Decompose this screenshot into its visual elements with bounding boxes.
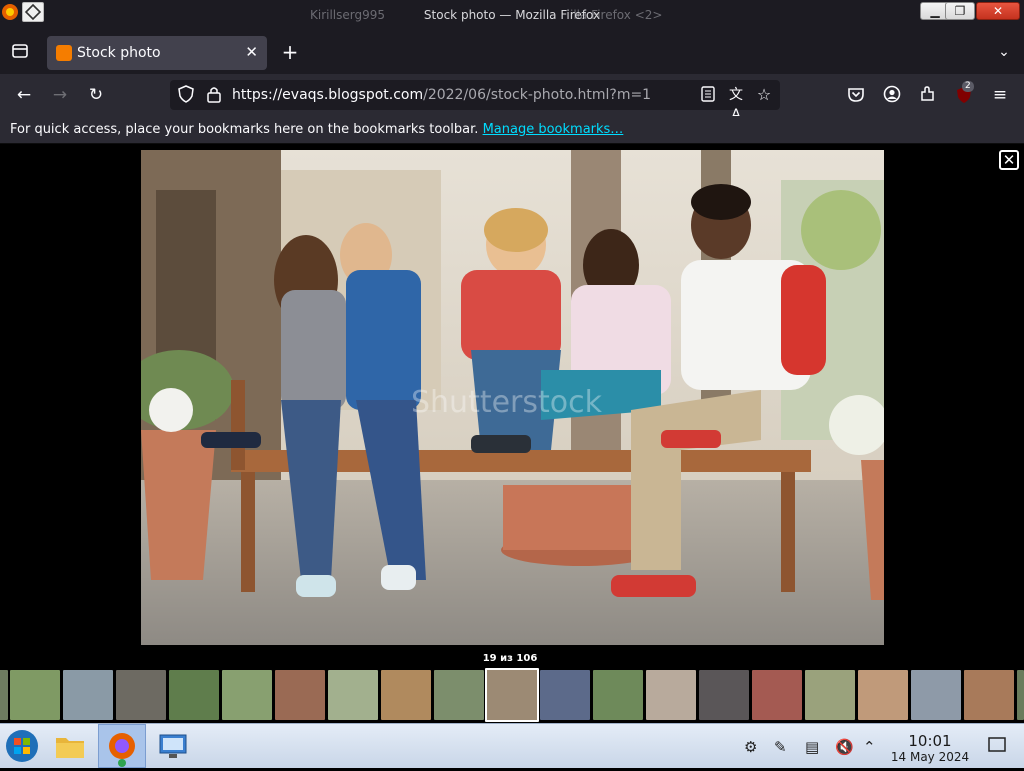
account-icon[interactable] xyxy=(882,85,902,105)
image-lightbox: Shutterstock ✕ 19 из 106 xyxy=(0,145,1024,723)
thumbnail[interactable] xyxy=(328,670,378,720)
thumbnail[interactable] xyxy=(434,670,484,720)
thumbnail[interactable] xyxy=(646,670,696,720)
tab-close-icon[interactable]: ✕ xyxy=(245,43,258,61)
clock-time: 10:01 xyxy=(908,732,952,750)
ublock-extension-icon[interactable]: 2 xyxy=(954,81,974,105)
lock-icon[interactable] xyxy=(204,85,224,105)
thumbnail[interactable] xyxy=(381,670,431,720)
thumbnail[interactable] xyxy=(1017,670,1024,720)
thumbnail[interactable] xyxy=(858,670,908,720)
thumbnail[interactable] xyxy=(540,670,590,720)
thumbnail[interactable] xyxy=(964,670,1014,720)
thumbnail[interactable] xyxy=(10,670,60,720)
file-manager-icon[interactable] xyxy=(52,728,90,764)
system-clock[interactable]: 10:01 14 May 2024 xyxy=(882,732,978,764)
photo-illustration: Shutterstock xyxy=(141,150,884,645)
back-icon[interactable]: ← xyxy=(14,85,34,105)
bookmark-star-icon[interactable]: ☆ xyxy=(754,85,774,105)
maximize-button[interactable]: ❐ xyxy=(945,2,975,20)
firefox-view-icon[interactable] xyxy=(10,42,30,62)
thumbnail[interactable] xyxy=(63,670,113,720)
thumbnail[interactable] xyxy=(169,670,219,720)
clipboard-icon[interactable]: ✎ xyxy=(774,738,787,756)
close-window-button[interactable]: ✕ xyxy=(976,2,1020,20)
lightbox-close-button[interactable]: ✕ xyxy=(999,150,1019,170)
notifications-icon[interactable]: ⚙ xyxy=(744,738,757,756)
thumbnail[interactable] xyxy=(805,670,855,720)
thumbnail[interactable] xyxy=(911,670,961,720)
thumbnail[interactable] xyxy=(275,670,325,720)
tray-expand-icon[interactable]: ⌃ xyxy=(863,738,876,756)
tab-stock-photo[interactable]: Stock photo ✕ xyxy=(47,36,267,70)
thumbnail-strip xyxy=(0,668,1024,722)
thumbnail[interactable] xyxy=(116,670,166,720)
navigation-toolbar: ← → ↻ https://evaqs.blogspot.com/2022/06… xyxy=(0,74,1024,123)
extensions-icon[interactable] xyxy=(918,85,938,105)
url-host: https://evaqs.blogspot.com xyxy=(232,87,424,103)
tab-bar: Stock photo ✕ + ⌄ xyxy=(0,30,1024,74)
thumbnail[interactable] xyxy=(699,670,749,720)
stock-photo-image[interactable]: Shutterstock xyxy=(141,150,884,645)
app-menu-icon[interactable]: ≡ xyxy=(990,85,1010,105)
manage-bookmarks-link[interactable]: Manage bookmarks… xyxy=(483,122,624,137)
thumbnail[interactable] xyxy=(222,670,272,720)
thumbnail-active[interactable] xyxy=(485,668,539,722)
url-path: /2022/06/stock-photo.html?m=1 xyxy=(423,87,652,103)
taskbar: ⚙ ✎ ▤ 🔇 ⌃ 10:01 14 May 2024 xyxy=(0,723,1024,768)
tracking-shield-icon[interactable] xyxy=(176,85,196,105)
blogger-favicon-icon xyxy=(56,45,72,61)
thumbnail[interactable] xyxy=(0,670,8,720)
image-counter: 19 из 106 xyxy=(482,653,538,664)
bookmarks-hint: For quick access, place your bookmarks h… xyxy=(10,122,479,137)
thumbnail[interactable] xyxy=(593,670,643,720)
bookmarks-toolbar: For quick access, place your bookmarks h… xyxy=(0,116,1024,144)
volume-muted-icon[interactable]: 🔇 xyxy=(835,738,854,756)
clock-date: 14 May 2024 xyxy=(890,750,970,764)
window-title: Stock photo — Mozilla Firefox xyxy=(423,8,601,22)
url-text[interactable]: https://evaqs.blogspot.com/2022/06/stock… xyxy=(232,87,651,103)
pocket-icon[interactable] xyxy=(846,85,866,105)
reader-view-icon[interactable] xyxy=(698,85,718,105)
show-desktop-button[interactable] xyxy=(988,736,1006,758)
extension-badge: 2 xyxy=(962,81,974,92)
thumbnail[interactable] xyxy=(752,670,802,720)
battery-icon[interactable]: ▤ xyxy=(805,738,819,756)
url-bar[interactable]: https://evaqs.blogspot.com/2022/06/stock… xyxy=(170,80,780,123)
taskbar-firefox[interactable] xyxy=(98,724,146,768)
window-titlebar: Kirillserg995 illa Firefox <2> Stock pho… xyxy=(0,0,1024,30)
start-button[interactable] xyxy=(4,728,42,764)
tab-label: Stock photo xyxy=(77,45,161,61)
new-tab-button[interactable]: + xyxy=(280,42,300,62)
bookmarks-toolbar-message: For quick access, place your bookmarks h… xyxy=(10,122,623,137)
list-all-tabs-icon[interactable]: ⌄ xyxy=(994,42,1014,62)
translate-icon[interactable]: 文A xyxy=(726,85,746,123)
watermark-text: Shutterstock xyxy=(411,385,603,420)
reload-icon[interactable]: ↻ xyxy=(86,85,106,105)
forward-icon[interactable]: → xyxy=(50,85,70,105)
remote-desktop-icon[interactable] xyxy=(155,728,193,764)
